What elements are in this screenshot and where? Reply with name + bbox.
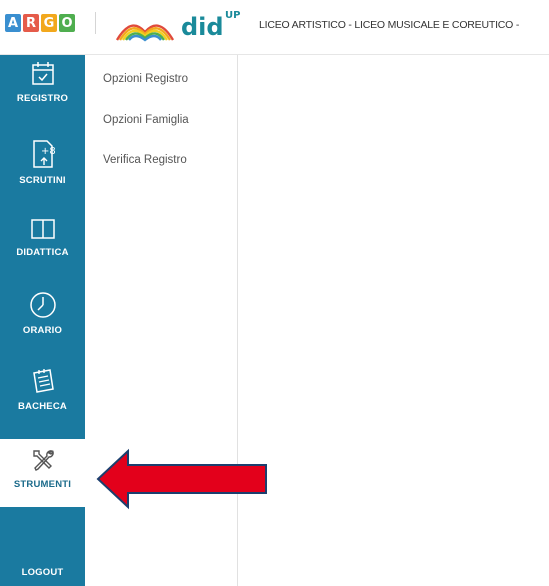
- school-name: LICEO ARTISTICO - LICEO MUSICALE E COREU…: [259, 19, 520, 31]
- sidebar-item-bacheca[interactable]: BACHECA: [0, 367, 85, 435]
- tools-icon: [32, 450, 54, 471]
- argo-letter-g: G: [41, 14, 57, 32]
- header-divider: [95, 12, 96, 34]
- sidebar-item-label: DIDATTICA: [16, 247, 69, 258]
- notepad-icon: [32, 369, 54, 393]
- argo-letter-a: A: [5, 14, 21, 32]
- book-icon: [30, 219, 55, 239]
- top-header: A R G O did UP LICEO ARTISTICO - LICEO M…: [0, 0, 549, 55]
- submenu-opzioni-registro[interactable]: Opzioni Registro: [103, 73, 188, 85]
- didup-rainbow-icon: [115, 24, 175, 42]
- argo-letter-o: O: [59, 14, 75, 32]
- sidebar-item-registro[interactable]: REGISTRO: [0, 61, 85, 127]
- sidebar-item-label: REGISTRO: [16, 93, 69, 104]
- calendar-check-icon: [31, 62, 54, 85]
- sidebar-item-label: SCRUTINI: [19, 175, 66, 186]
- argo-letter-r: R: [23, 14, 39, 32]
- sidebar-item-logout[interactable]: LOGOUT: [0, 561, 85, 585]
- document-plus-icon: +8: [32, 140, 55, 168]
- sidebar-item-scrutini[interactable]: +8 SCRUTINI: [0, 139, 85, 205]
- sidebar-item-strumenti[interactable]: STRUMENTI: [0, 439, 85, 507]
- sidebar-item-orario[interactable]: ORARIO: [0, 291, 85, 359]
- sidebar-item-label: BACHECA: [18, 401, 67, 412]
- didup-logo-superscript: UP: [225, 10, 241, 21]
- svg-text:+8: +8: [41, 146, 55, 157]
- argo-logo[interactable]: A R G O: [5, 14, 75, 32]
- sidebar-item-didattica[interactable]: DIDATTICA: [0, 217, 85, 283]
- sidebar-item-label: STRUMENTI: [13, 479, 72, 490]
- submenu-opzioni-famiglia[interactable]: Opzioni Famiglia: [103, 114, 189, 126]
- submenu-verifica-registro[interactable]: Verifica Registro: [103, 154, 187, 166]
- clock-icon: [29, 292, 56, 318]
- sidebar-item-label: ORARIO: [22, 325, 63, 336]
- sidebar-item-label: LOGOUT: [21, 567, 64, 578]
- app-window: A R G O did UP LICEO ARTISTICO - LICEO M…: [0, 0, 549, 586]
- didup-logo-text: did: [181, 13, 224, 41]
- red-arrow-pointer-icon: [96, 448, 267, 510]
- sidebar: REGISTRO +8 SCRUTINI DIDATTICA ORARIO BA…: [0, 55, 85, 586]
